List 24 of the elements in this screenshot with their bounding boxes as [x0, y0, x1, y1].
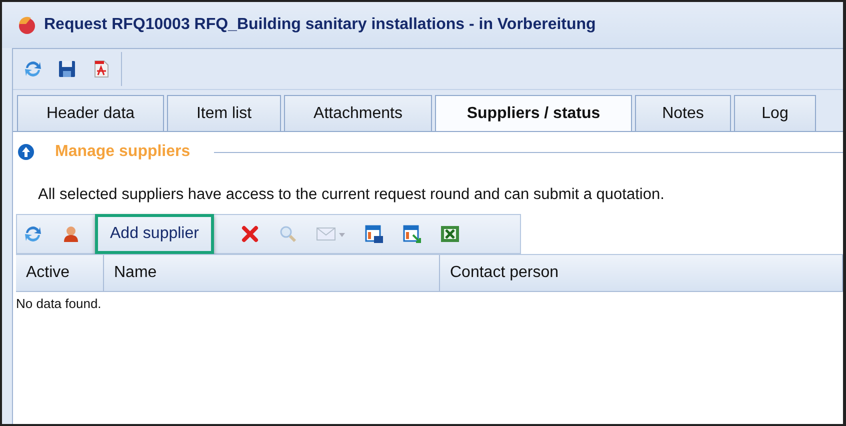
- tab[interactable]: Notes: [635, 95, 731, 131]
- section-title: Manage suppliers: [55, 143, 190, 161]
- excel-icon[interactable]: [440, 224, 460, 244]
- app-logo-icon: [16, 15, 36, 35]
- column-header[interactable]: Name: [104, 255, 440, 291]
- tab[interactable]: Attachments: [284, 95, 432, 131]
- delete-icon[interactable]: [240, 224, 260, 244]
- tab[interactable]: Suppliers / status: [435, 95, 632, 132]
- collapse-icon[interactable]: [17, 143, 35, 161]
- window-title: Request RFQ10003 RFQ_Building sanitary installations - in Vorbereitung: [44, 16, 596, 34]
- empty-message: No data found.: [16, 296, 102, 311]
- refresh-icon[interactable]: [23, 224, 43, 244]
- column-header[interactable]: Contact person: [440, 255, 843, 291]
- refresh-icon[interactable]: [23, 59, 43, 79]
- save-icon[interactable]: [57, 59, 77, 79]
- tab[interactable]: Header data: [17, 95, 164, 131]
- info-text: All selected suppliers have access to the current request round and can submit a quotation.: [38, 186, 666, 204]
- add-supplier-button[interactable]: Add supplier: [95, 214, 214, 254]
- tab[interactable]: Item list: [167, 95, 281, 131]
- column-header[interactable]: Active: [16, 255, 104, 291]
- person-icon[interactable]: [61, 224, 81, 244]
- table-import-icon[interactable]: [402, 224, 422, 244]
- tab[interactable]: Log: [734, 95, 816, 131]
- table-export-icon[interactable]: [364, 224, 384, 244]
